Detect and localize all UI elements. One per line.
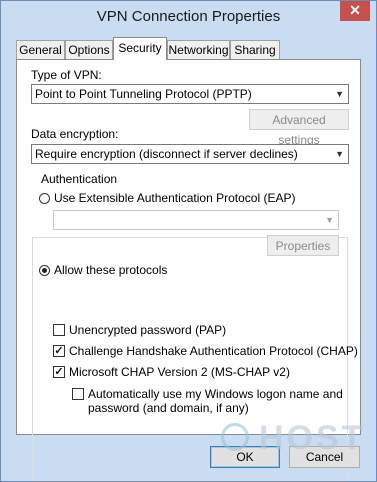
mschapv2-checkbox[interactable]: ✓ (53, 366, 65, 378)
tab-sharing[interactable]: Sharing (230, 40, 280, 59)
vpn-type-select[interactable]: Point to Point Tunneling Protocol (PPTP)… (31, 84, 349, 104)
chevron-down-icon: ▼ (335, 89, 344, 99)
close-button[interactable]: ✕ (340, 1, 370, 21)
window-title: VPN Connection Properties (96, 8, 281, 25)
chevron-down-icon: ▼ (325, 215, 334, 225)
watermark-logo: HOST (219, 419, 369, 459)
auto-logon-label-line1[interactable]: Automatically use my Windows logon name … (88, 387, 343, 401)
encryption-label: Data encryption: (31, 127, 119, 141)
chap-checkbox[interactable]: ✓ (53, 345, 65, 357)
vpn-type-label: Type of VPN: (31, 68, 102, 82)
eap-radio[interactable] (39, 193, 50, 204)
watermark-text: HOST (259, 419, 366, 457)
eap-option-label[interactable]: Use Extensible Authentication Protocol (… (54, 191, 295, 205)
chevron-down-icon: ▼ (335, 149, 344, 159)
vpn-type-value: Point to Point Tunneling Protocol (PPTP) (35, 87, 252, 101)
authentication-group-title: Authentication (39, 172, 120, 186)
auto-logon-checkbox[interactable] (72, 388, 84, 400)
chap-label[interactable]: Challenge Handshake Authentication Proto… (69, 344, 358, 358)
watermark-circle-icon (221, 423, 249, 451)
auto-logon-label-line2[interactable]: password (and domain, if any) (88, 401, 249, 415)
advanced-settings-button[interactable]: Advanced settings (249, 109, 349, 147)
encryption-value: Require encryption (disconnect if server… (35, 147, 298, 161)
title-bar[interactable]: VPN Connection Properties ✕ (1, 1, 376, 33)
tab-general[interactable]: General (16, 40, 65, 59)
eap-method-select[interactable]: ▼ (53, 210, 339, 230)
allow-protocols-label[interactable]: Allow these protocols (54, 263, 167, 277)
encryption-select[interactable]: Require encryption (disconnect if server… (31, 144, 349, 164)
security-panel: Type of VPN: Point to Point Tunneling Pr… (16, 59, 361, 481)
tab-networking[interactable]: Networking (167, 40, 230, 59)
tab-security[interactable]: Security (113, 37, 167, 60)
close-icon: ✕ (349, 2, 361, 18)
pap-checkbox[interactable] (53, 324, 65, 336)
tab-options[interactable]: Options (65, 40, 113, 59)
properties-button[interactable]: Properties (267, 235, 339, 256)
mschapv2-label[interactable]: Microsoft CHAP Version 2 (MS-CHAP v2) (69, 365, 290, 379)
dialog-window: VPN Connection Properties ✕ General Opti… (0, 0, 377, 482)
pap-label[interactable]: Unencrypted password (PAP) (69, 323, 226, 337)
allow-protocols-radio[interactable] (39, 265, 50, 276)
